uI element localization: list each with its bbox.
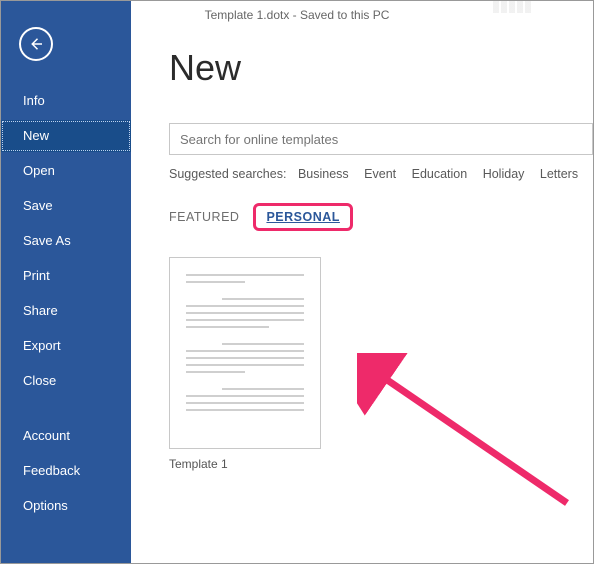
sidebar-item-info[interactable]: Info: [1, 85, 131, 117]
suggested-label: Suggested searches:: [169, 167, 286, 181]
suggested-link-holiday[interactable]: Holiday: [483, 167, 525, 181]
sidebar-item-export[interactable]: Export: [1, 330, 131, 362]
sidebar-item-account[interactable]: Account: [1, 420, 131, 452]
sidebar-item-feedback[interactable]: Feedback: [1, 455, 131, 487]
template-name: Template 1: [169, 457, 321, 471]
template-tabs: FEATURED PERSONAL: [169, 203, 593, 231]
sidebar-item-share[interactable]: Share: [1, 295, 131, 327]
suggested-link-event[interactable]: Event: [364, 167, 396, 181]
template-search-input[interactable]: [169, 123, 593, 155]
sidebar-item-save[interactable]: Save: [1, 190, 131, 222]
sidebar-item-open[interactable]: Open: [1, 155, 131, 187]
sidebar-item-print[interactable]: Print: [1, 260, 131, 292]
arrow-left-icon: [27, 35, 45, 53]
sidebar-item-options[interactable]: Options: [1, 490, 131, 522]
tab-personal[interactable]: PERSONAL: [266, 210, 339, 224]
main-panel: New Suggested searches: Business Event E…: [131, 29, 593, 563]
suggested-link-education[interactable]: Education: [412, 167, 468, 181]
suggested-link-business[interactable]: Business: [298, 167, 349, 181]
sidebar-item-new[interactable]: New: [1, 120, 131, 152]
tab-featured[interactable]: FEATURED: [169, 210, 239, 224]
template-card[interactable]: Template 1: [169, 257, 321, 471]
back-button[interactable]: [19, 27, 53, 61]
template-thumbnail: [169, 257, 321, 449]
page-title: New: [169, 47, 593, 89]
suggested-searches: Suggested searches: Business Event Educa…: [169, 167, 593, 181]
title-decoration: [493, 1, 533, 13]
sidebar-item-save-as[interactable]: Save As: [1, 225, 131, 257]
suggested-link-letters[interactable]: Letters: [540, 167, 578, 181]
window-title: Template 1.dotx - Saved to this PC: [205, 8, 390, 22]
sidebar-item-close[interactable]: Close: [1, 365, 131, 397]
backstage-sidebar: Info New Open Save Save As Print Share E…: [1, 1, 131, 563]
annotation-highlight-box: PERSONAL: [253, 203, 352, 231]
